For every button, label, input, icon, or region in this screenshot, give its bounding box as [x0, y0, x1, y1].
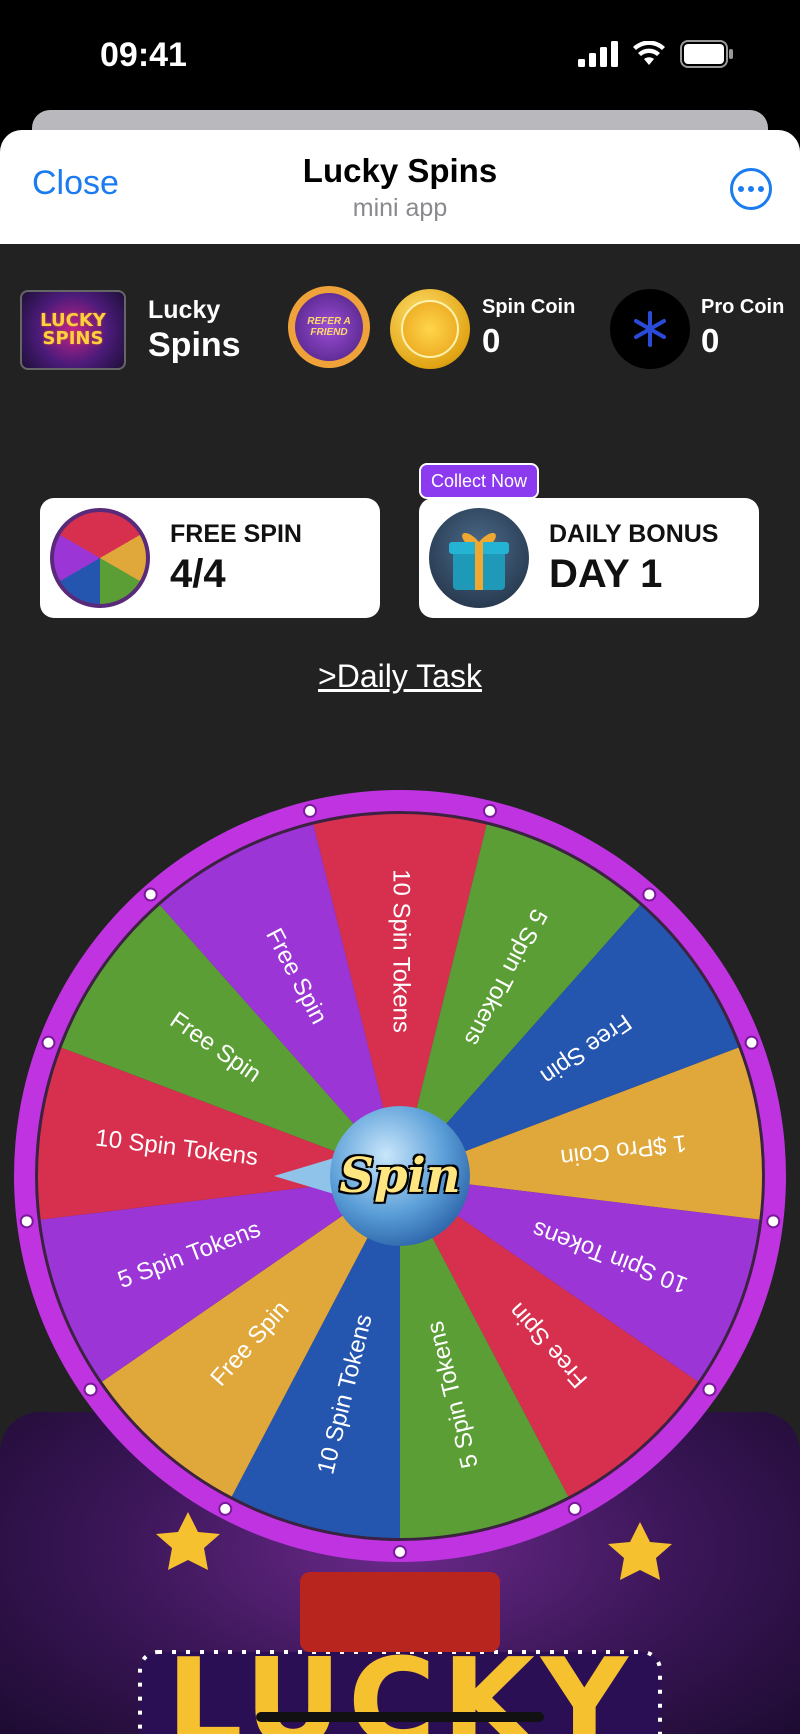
collect-now-button[interactable]: Collect Now — [419, 463, 539, 499]
app-logo: LUCKY SPINS — [20, 290, 126, 370]
status-icons — [578, 40, 734, 68]
pro-coin-icon — [610, 289, 690, 369]
free-spin-count: 4/4 — [170, 552, 226, 596]
wheel-rim-dot — [744, 1035, 759, 1050]
battery-icon — [680, 40, 733, 68]
wheel-rim-dot — [143, 887, 158, 902]
gift-box-icon — [429, 508, 529, 608]
wheel-rim-dot — [393, 1545, 407, 1559]
pro-coin-label: Pro Coin — [701, 296, 785, 318]
spin-coin-value: 0 — [482, 322, 501, 359]
more-dot-icon — [758, 186, 764, 192]
more-options-button[interactable] — [730, 168, 772, 210]
app-name-line2: Spins — [148, 326, 241, 364]
wheel-rim-dot — [303, 803, 318, 818]
refer-text-line2: FRIEND — [310, 327, 348, 338]
nav-bar: Close Lucky Spins mini app — [0, 130, 800, 244]
wheel-rim-dot — [19, 1214, 34, 1229]
wheel-rim-dot — [567, 1501, 582, 1516]
wifi-icon — [633, 41, 665, 65]
free-spin-card[interactable]: FREE SPIN 4/4 — [40, 498, 380, 618]
more-dot-icon — [738, 186, 744, 192]
wheel-rim-dot — [766, 1214, 781, 1229]
daily-bonus-label: DAILY BONUS — [549, 520, 719, 548]
wheel-rim-dot — [41, 1035, 56, 1050]
app-name-line1: Lucky — [148, 296, 221, 324]
spin-coin-icon — [390, 289, 470, 369]
spin-button[interactable]: Spin — [320, 1148, 480, 1204]
wheel-segment-label: 10 Spin Tokens — [388, 869, 415, 1033]
wheel-rim-dot — [642, 887, 657, 902]
wheel-rim-dot — [482, 803, 497, 818]
daily-bonus-day: DAY 1 — [549, 552, 663, 596]
nav-title: Lucky Spins — [302, 152, 498, 189]
free-spin-label: FREE SPIN — [170, 520, 302, 548]
wheel-rim-dot — [702, 1382, 717, 1397]
refer-friend-icon: REFER A FRIEND — [295, 293, 363, 361]
logo-text-line2: SPINS — [42, 328, 104, 349]
daily-bonus-card[interactable]: DAILY BONUS DAY 1 — [419, 498, 759, 618]
wheel-thumbnail-icon — [50, 508, 150, 608]
refer-friend-button[interactable]: REFER A FRIEND — [288, 286, 370, 368]
wheel-rim-dot — [83, 1382, 98, 1397]
wheel-rim-dot — [218, 1501, 233, 1516]
signal-icon — [578, 41, 618, 67]
spin-coin-label: Spin Coin — [482, 296, 576, 318]
nav-subtitle: mini app — [352, 194, 448, 222]
daily-task-link[interactable]: >Daily Task — [0, 658, 800, 695]
status-bar: 09:41 — [0, 0, 800, 110]
refer-text-line1: REFER A — [307, 316, 351, 327]
home-indicator — [256, 1712, 544, 1722]
pro-coin-value: 0 — [701, 322, 720, 359]
status-time: 09:41 — [100, 36, 187, 74]
prize-wheel[interactable]: 10 Spin Tokens 5 Spin Tokens Free Spin 1 $P… — [14, 790, 786, 1562]
more-dot-icon — [748, 186, 754, 192]
